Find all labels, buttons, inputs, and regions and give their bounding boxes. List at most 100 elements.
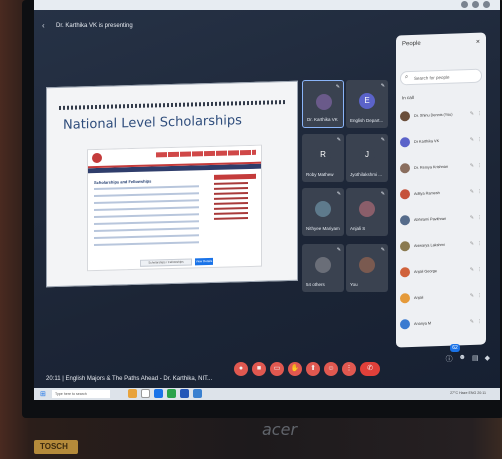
participant-row[interactable]: Ananya M ✎ ⋮ (400, 313, 482, 334)
taskbar-search[interactable]: Type here to search (52, 390, 110, 398)
people-search-input[interactable]: ⌕ Search for people (400, 68, 482, 86)
mail-icon[interactable] (193, 389, 202, 398)
participant-row[interactable]: Anjali ✎ ⋮ (400, 287, 482, 308)
sticker-text: TOSCH (40, 442, 68, 451)
search-placeholder: Search for people (414, 74, 450, 81)
participant-row[interactable]: Aiswarya Lakshmi ✎ ⋮ (400, 235, 482, 256)
prompt-button[interactable]: View Details (195, 257, 213, 265)
participant-name: Aditya Ramesh (414, 191, 440, 196)
profile-icon[interactable] (472, 1, 479, 8)
hand-raise-icon[interactable]: ✋ (288, 362, 302, 376)
more-options-icon[interactable]: ⋮ (477, 111, 482, 117)
participant-tile[interactable]: ✎ You (346, 244, 388, 292)
avatar (400, 111, 410, 122)
participant-row[interactable]: Anjali George ✎ ⋮ (400, 261, 482, 282)
mic-muted-icon: ✎ (336, 137, 341, 143)
webpage-nav-links (156, 149, 256, 158)
close-icon[interactable]: × (476, 39, 480, 46)
people-panel: People × ⌕ Search for people In call Dr.… (396, 32, 486, 348)
more-options-icon[interactable]: ⋮ (477, 267, 482, 273)
avatar (400, 293, 410, 304)
avatar (400, 267, 410, 278)
present-icon[interactable]: ⬆ (306, 362, 320, 376)
explorer-icon[interactable] (128, 389, 137, 398)
participant-tile[interactable]: ✎ Dr. Karthika VK (302, 80, 344, 128)
participant-row[interactable]: Dr. Shinu Dennis (You) ✎ ⋮ (400, 105, 482, 126)
participant-tile[interactable]: ✎ 54 others (302, 244, 344, 292)
participant-tile[interactable]: ✎ Nithyee Mariyam (302, 188, 344, 236)
participant-name: Abhirami Pavithran (414, 216, 447, 222)
participant-count-badge: 62 (450, 344, 460, 352)
edge-icon[interactable] (154, 389, 163, 398)
info-icon[interactable]: ⓘ (446, 354, 453, 364)
mic-muted-icon: ✎ (335, 84, 340, 90)
participant-name: Anjali S (350, 226, 366, 231)
participant-name: Dr. Remya Krishnan (414, 164, 448, 170)
participant-tile[interactable]: ✎ E English Depart... (346, 80, 388, 128)
emoji-icon[interactable]: ☺ (324, 362, 338, 376)
browser-icons (461, 1, 490, 8)
camera-off-icon[interactable]: ■ (252, 362, 266, 376)
participant-tile[interactable]: ✎ R Roby Mathew (302, 134, 344, 182)
mic-muted-icon: ✎ (336, 247, 341, 253)
meeting-footer: 20:11 | English Majors & The Paths Ahead… (34, 358, 500, 388)
avatar (359, 201, 375, 217)
captions-icon[interactable]: ▭ (270, 362, 284, 376)
acer-logo: acer (262, 420, 298, 439)
taskview-icon[interactable] (141, 389, 150, 398)
avatar: R (315, 147, 331, 163)
more-options-icon[interactable]: ⋮ (342, 362, 356, 376)
avatar (400, 319, 410, 330)
chrome-icon[interactable] (167, 389, 176, 398)
meeting-title: English Majors & The Paths Ahead - Dr. K… (65, 376, 213, 382)
activities-icon[interactable]: ◆ (485, 354, 490, 364)
participant-name: Nithyee Mariyam (306, 226, 340, 231)
participant-name: Dr. Karthika VK (307, 117, 338, 122)
avatar (315, 257, 331, 273)
browser-tabbar (34, 0, 500, 10)
participant-tile[interactable]: ✎ Anjali S (346, 188, 388, 236)
menu-icon[interactable] (483, 1, 490, 8)
meeting-time: 20:11 (46, 376, 61, 382)
avatar (315, 201, 331, 217)
chat-icon[interactable]: ▤ (472, 354, 479, 364)
screen: ‹ Dr. Karthika VK is presenting National… (34, 0, 500, 400)
people-icon[interactable]: ☻ (459, 354, 466, 364)
end-call-icon[interactable]: ✆ (360, 362, 380, 376)
participant-name: Ananya M (414, 321, 432, 326)
mic-off-icon[interactable]: ● (234, 362, 248, 376)
participant-row[interactable]: Dr Karthika VK ✎ ⋮ (400, 131, 482, 152)
people-heading: People (402, 40, 421, 48)
participant-name: English Depart... (350, 118, 384, 123)
participant-name: Roby Mathew (306, 172, 334, 177)
mic-muted-icon: ✎ (380, 83, 385, 89)
photo-scene: ‹ Dr. Karthika VK is presenting National… (0, 0, 502, 459)
mic-muted-icon: ✎ (336, 191, 341, 197)
more-options-icon[interactable]: ⋮ (477, 241, 482, 247)
laptop-sticker: TOSCH (34, 440, 78, 454)
participant-row[interactable]: Dr. Remya Krishnan ✎ ⋮ (400, 157, 482, 178)
more-options-icon[interactable]: ⋮ (477, 189, 482, 195)
mic-muted-icon: ✎ (469, 110, 474, 117)
participant-row[interactable]: Abhirami Pavithran ✎ ⋮ (400, 209, 482, 230)
extension-icon[interactable] (461, 1, 468, 8)
participant-name: Anjali (414, 295, 424, 300)
more-options-icon[interactable]: ⋮ (477, 163, 482, 169)
more-options-icon[interactable]: ⋮ (477, 137, 482, 143)
mic-muted-icon: ✎ (469, 240, 474, 247)
more-options-icon[interactable]: ⋮ (477, 319, 482, 325)
more-options-icon[interactable]: ⋮ (477, 293, 482, 299)
participant-tile[interactable]: ✎ J Jyothilakshmi ... (346, 134, 388, 182)
system-tray: 27°C Haze ENG 20:11 (450, 391, 486, 395)
participant-name: Dr Karthika VK (414, 139, 440, 144)
word-icon[interactable] (180, 389, 189, 398)
back-arrow-icon[interactable]: ‹ (42, 22, 50, 30)
windows-start-icon[interactable]: ⊞ (40, 390, 46, 398)
participant-name: Aiswarya Lakshmi (414, 242, 445, 248)
more-options-icon[interactable]: ⋮ (477, 215, 482, 221)
mic-muted-icon: ✎ (380, 191, 385, 197)
avatar (400, 189, 410, 200)
prompt-text: Scholarships / Fellowships (140, 257, 192, 267)
avatar (400, 137, 410, 148)
participant-row[interactable]: Aditya Ramesh ✎ ⋮ (400, 183, 482, 204)
